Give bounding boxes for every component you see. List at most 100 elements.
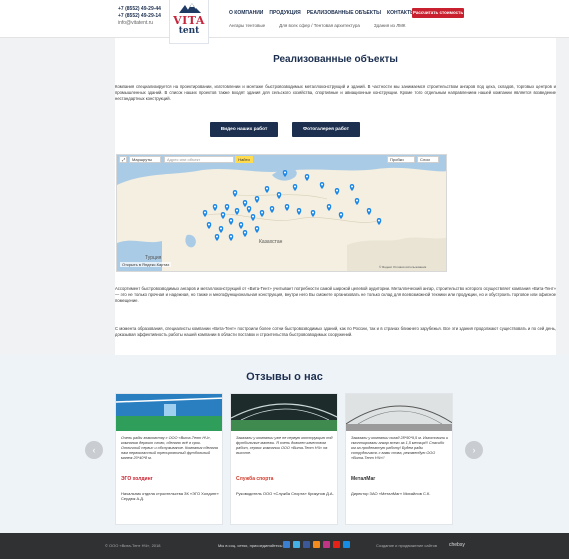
phone-2[interactable]: +7 (8552) 49-29-14 (118, 13, 170, 20)
nav-item-about[interactable]: О КОМПАНИИ (229, 9, 263, 17)
review-photo (116, 394, 222, 431)
map-pin-icon[interactable] (269, 206, 275, 213)
map-search-input[interactable]: Адрес или объект (164, 156, 234, 163)
nav-item-projects[interactable]: РЕАЛИЗОВАННЫЕ ОБЪЕКТЫ (307, 9, 381, 17)
open-in-yandex-link[interactable]: Открыть в Яндекс.Картах (120, 262, 172, 267)
review-photo (346, 394, 452, 431)
email-link[interactable]: info@vitatent.ru (118, 20, 170, 27)
map-pin-icon[interactable] (214, 234, 220, 241)
map-pin-icon[interactable] (202, 210, 208, 217)
photo-gallery-button[interactable]: Фотогалерея работ (292, 122, 360, 137)
map-pin-icon[interactable] (228, 234, 234, 241)
odnoklassniki-icon[interactable] (313, 541, 320, 548)
contact-block: +7 (8552) 49-29-44 +7 (8552) 49-29-14 in… (118, 6, 170, 27)
footer-social-text: Мы в соц. сетях, присоединяйтесь: (218, 543, 284, 548)
chebsy-logo[interactable]: chebsy (449, 542, 465, 548)
twitter-icon[interactable] (293, 541, 300, 548)
footer-copyright: © ООО «Вита-Тент НЧ», 2018 (105, 543, 161, 548)
map-pin-icon[interactable] (366, 208, 372, 215)
map-label-kazakhstan: Казахстан (259, 239, 283, 245)
map-pin-icon[interactable] (354, 198, 360, 205)
map-pin-icon[interactable] (264, 186, 270, 193)
subnav-item-tent-architecture[interactable]: Для всех сфер / Тентовая архитектура (279, 23, 360, 28)
map-pin-icon[interactable] (232, 190, 238, 197)
review-quote: Заказали у компании склад 28*50*9,5 м. И… (351, 436, 449, 460)
map-pin-icon[interactable] (304, 174, 310, 181)
tent-peaks-icon (179, 3, 201, 13)
review-signature: Начальник отдела строительства ЗК «ЭГО Х… (121, 491, 219, 501)
map-pin-icon[interactable] (282, 170, 288, 177)
traffic-button[interactable]: Пробки (387, 156, 415, 163)
map-pins (202, 170, 382, 241)
map-pin-icon[interactable] (284, 204, 290, 211)
reviews-next-arrow[interactable]: › (465, 441, 483, 459)
map-pin-icon[interactable] (326, 204, 332, 211)
map-pin-icon[interactable] (218, 226, 224, 233)
site-footer: © ООО «Вита-Тент НЧ», 2018 Мы в соц. сет… (0, 533, 569, 559)
map-pin-icon[interactable] (242, 230, 248, 237)
sub-nav: Ангары тентовые Для всех сфер / Тентовая… (229, 23, 406, 28)
map-pin-icon[interactable] (238, 222, 244, 229)
map-pin-icon[interactable] (254, 226, 260, 233)
reviews-title: Отзывы о нас (246, 371, 323, 383)
review-photo (231, 394, 337, 431)
review-signature: Директор ЗАО «МеталМаг» Михайлов С.К. (351, 491, 431, 496)
subnav-item-lmk-buildings[interactable]: Здания из ЛМК (374, 23, 406, 28)
projects-map[interactable]: ⤢ Маршруты Адрес или объект Найти Пробки… (116, 154, 447, 272)
nav-item-products[interactable]: ПРОДУКЦИЯ (269, 9, 300, 17)
instagram-icon[interactable] (323, 541, 330, 548)
footer-made-by: Создание и продвижение сайтов (376, 543, 437, 548)
map-pin-icon[interactable] (292, 184, 298, 191)
map-toolbar: ⤢ Маршруты Адрес или объект Найти Пробки… (117, 155, 446, 164)
calculate-cost-button[interactable]: Рассчитать стоимость (412, 8, 464, 18)
map-pin-icon[interactable] (310, 210, 316, 217)
map-pin-icon[interactable] (254, 196, 260, 203)
reviews-prev-arrow[interactable]: ‹ (85, 441, 103, 459)
map-pin-icon[interactable] (212, 204, 218, 211)
map-pin-icon[interactable] (250, 214, 256, 221)
map-label-turkey: Турция (145, 255, 162, 261)
map-pin-icon[interactable] (242, 200, 248, 207)
reviews-section: Отзывы о нас ‹ › Очень рады знакомству с… (0, 355, 569, 533)
fullscreen-icon[interactable]: ⤢ (119, 156, 127, 163)
page-title: Реализованные объекты (273, 54, 398, 65)
map-pin-icon[interactable] (319, 182, 325, 189)
map-pin-icon[interactable] (296, 208, 302, 215)
subnav-item-tent-hangars[interactable]: Ангары тентовые (229, 23, 265, 28)
ego-holding-logo: ЭГО холдинг (121, 476, 153, 482)
map-pin-icon[interactable] (349, 184, 355, 191)
social-links (283, 541, 350, 548)
youtube-icon[interactable] (333, 541, 340, 548)
map-pin-icon[interactable] (259, 210, 265, 217)
main-section: Реализованные объекты Компания специализ… (0, 38, 569, 355)
video-works-button[interactable]: Видео наших работ (210, 122, 278, 137)
facebook-icon[interactable] (303, 541, 310, 548)
review-card[interactable]: Заказали у компании уже не первую констр… (230, 393, 338, 525)
main-nav: О КОМПАНИИ ПРОДУКЦИЯ РЕАЛИЗОВАННЫЕ ОБЪЕК… (229, 9, 415, 17)
nav-item-contacts[interactable]: КОНТАКТЫ (387, 9, 415, 17)
map-pin-icon[interactable] (276, 192, 282, 199)
phone-1[interactable]: +7 (8552) 49-29-44 (118, 6, 170, 13)
map-pin-icon[interactable] (224, 204, 230, 211)
intro-text: Компания специализируется на проектирова… (115, 84, 556, 101)
review-quote: Заказали у компании уже не первую констр… (236, 436, 333, 455)
routes-button[interactable]: Маршруты (129, 156, 161, 163)
map-find-button[interactable]: Найти (235, 156, 253, 163)
review-quote: Очень рады знакомству с ООО «Вита-Тент Н… (121, 436, 218, 460)
map-copyright: © Яндекс Условия использования (379, 265, 427, 269)
vk-icon[interactable] (283, 541, 290, 548)
map-pin-icon[interactable] (234, 208, 240, 215)
map-pin-icon[interactable] (376, 218, 382, 225)
site-logo[interactable]: VITA tent (169, 0, 209, 44)
map-pin-icon[interactable] (334, 188, 340, 195)
map-pin-icon[interactable] (338, 212, 344, 219)
map-pin-icon[interactable] (246, 206, 252, 213)
review-card[interactable]: Заказали у компании склад 28*50*9,5 м. И… (345, 393, 453, 525)
site-header: +7 (8552) 49-29-44 +7 (8552) 49-29-14 in… (0, 0, 569, 44)
review-card[interactable]: Очень рады знакомству с ООО «Вита-Тент Н… (115, 393, 223, 525)
mail-icon[interactable] (343, 541, 350, 548)
map-pin-icon[interactable] (228, 218, 234, 225)
layers-button[interactable]: Слои (417, 156, 439, 163)
map-pin-icon[interactable] (206, 222, 212, 229)
map-pin-icon[interactable] (220, 212, 226, 219)
